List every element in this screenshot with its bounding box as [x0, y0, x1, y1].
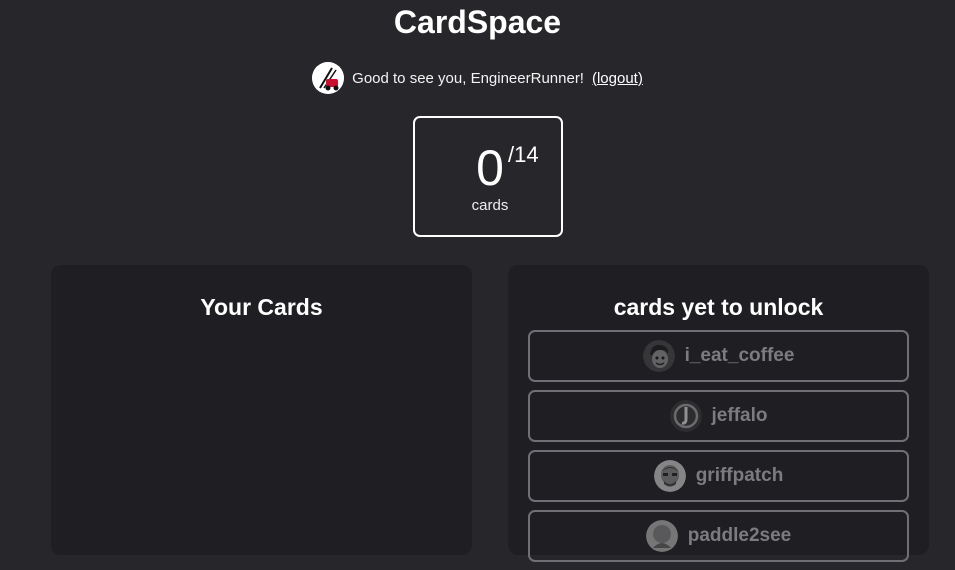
- your-cards-panel: Your Cards: [51, 265, 472, 555]
- coffee-avatar-icon: [642, 340, 675, 372]
- locked-card[interactable]: i_eat_coffee: [528, 330, 909, 382]
- locked-card[interactable]: jeffalo: [528, 390, 909, 442]
- locked-card[interactable]: paddle2see: [528, 510, 909, 562]
- card-name: i_eat_coffee: [684, 345, 795, 366]
- collected-count: 0: [476, 140, 504, 196]
- jeffalo-avatar-icon: [669, 400, 702, 432]
- locked-card[interactable]: griffpatch: [528, 450, 909, 502]
- card-name: paddle2see: [687, 525, 792, 546]
- greeting-text: Good to see you, EngineerRunner!: [352, 69, 584, 87]
- counter-label: cards: [471, 197, 509, 214]
- your-cards-title: Your Cards: [200, 294, 323, 320]
- logout-link[interactable]: (logout): [592, 70, 643, 87]
- paddle2see-avatar-icon: [645, 520, 678, 552]
- unlock-panel: cards yet to unlock i_eat_coffee jeffalo…: [508, 265, 929, 562]
- app-title: CardSpace: [393, 4, 562, 40]
- unlock-title: cards yet to unlock: [613, 294, 824, 320]
- card-name: griffpatch: [695, 465, 784, 486]
- total-count: /14: [508, 142, 539, 167]
- card-name: jeffalo: [711, 405, 768, 426]
- greeting-bar: Good to see you, EngineerRunner! (logout…: [0, 61, 955, 95]
- griffpatch-avatar-icon: [653, 460, 686, 492]
- user-avatar-icon: [312, 62, 345, 94]
- locked-card-list: i_eat_coffee jeffalo griffpatch paddle2s…: [528, 330, 909, 570]
- card-counter: 0 /14 cards: [413, 116, 563, 237]
